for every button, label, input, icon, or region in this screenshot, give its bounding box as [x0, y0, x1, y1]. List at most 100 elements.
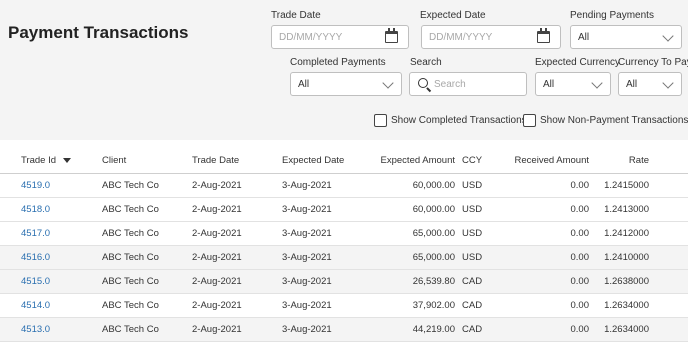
table-row[interactable]: 4517.0 ABC Tech Co 2-Aug-2021 3-Aug-2021…	[0, 222, 688, 246]
expected-currency-value: All	[543, 79, 555, 90]
client-cell: ABC Tech Co	[102, 252, 159, 263]
expected-date-cell: 3-Aug-2021	[282, 228, 332, 239]
completed-payments-select[interactable]: All	[290, 72, 402, 96]
received-amount-cell: 0.00	[570, 228, 590, 239]
show-non-payment-label: Show Non-Payment Transactions	[540, 115, 688, 126]
received-amount-cell: 0.00	[570, 252, 590, 263]
trade-id-link[interactable]: 4519.0	[21, 180, 50, 191]
trade-date-cell: 2-Aug-2021	[192, 228, 242, 239]
chevron-down-icon	[591, 77, 603, 89]
column-header-expected-date[interactable]: Expected Date	[282, 155, 344, 166]
expected-date-placeholder: DD/MM/YYYY	[429, 32, 493, 43]
expected-currency-label: Expected Currency	[535, 57, 621, 68]
ccy-cell: CAD	[462, 300, 483, 311]
ccy-cell: CAD	[462, 324, 483, 335]
completed-payments-value: All	[298, 79, 310, 90]
pending-payments-value: All	[578, 32, 590, 43]
sort-desc-icon[interactable]	[63, 157, 72, 163]
table-row[interactable]: 4514.0 ABC Tech Co 2-Aug-2021 3-Aug-2021…	[0, 294, 688, 318]
rate-cell: 1.2410000	[604, 252, 649, 263]
client-cell: ABC Tech Co	[102, 228, 159, 239]
expected-amount-cell: 65,000.00	[412, 252, 455, 263]
expected-date-cell: 3-Aug-2021	[282, 324, 332, 335]
table-row[interactable]: 4513.0 ABC Tech Co 2-Aug-2021 3-Aug-2021…	[0, 318, 688, 342]
show-completed-toggle[interactable]: Show Completed Transactions	[374, 114, 527, 127]
pending-payments-label: Pending Payments	[570, 10, 654, 21]
expected-date-cell: 3-Aug-2021	[282, 300, 332, 311]
expected-date-cell: 3-Aug-2021	[282, 252, 332, 263]
expected-date-input[interactable]: DD/MM/YYYY	[421, 25, 561, 49]
column-header-label: Trade Id	[21, 155, 57, 166]
received-amount-cell: 0.00	[570, 300, 590, 311]
trade-id-link[interactable]: 4516.0	[21, 252, 50, 263]
trade-date-cell: 2-Aug-2021	[192, 324, 242, 335]
completed-payments-label: Completed Payments	[290, 57, 386, 68]
trade-date-cell: 2-Aug-2021	[192, 300, 242, 311]
trade-date-cell: 2-Aug-2021	[192, 204, 242, 215]
calendar-icon[interactable]	[537, 28, 550, 43]
chevron-down-icon	[662, 30, 674, 42]
search-label: Search	[410, 57, 442, 68]
expected-date-cell: 3-Aug-2021	[282, 276, 332, 287]
column-header-trade-id[interactable]: Trade Id	[21, 155, 72, 166]
expected-amount-cell: 44,219.00	[412, 324, 455, 335]
client-cell: ABC Tech Co	[102, 180, 159, 191]
trade-id-link[interactable]: 4514.0	[21, 300, 50, 311]
ccy-cell: USD	[462, 252, 483, 263]
expected-amount-cell: 60,000.00	[412, 204, 455, 215]
expected-date-cell: 3-Aug-2021	[282, 180, 332, 191]
currency-to-pay-value: All	[626, 79, 638, 90]
trade-id-link[interactable]: 4517.0	[21, 228, 50, 239]
client-cell: ABC Tech Co	[102, 276, 159, 287]
column-header-rate[interactable]: Rate	[599, 155, 649, 166]
show-non-payment-checkbox[interactable]	[523, 114, 536, 127]
chevron-down-icon	[382, 77, 394, 89]
table-row[interactable]: 4515.0 ABC Tech Co 2-Aug-2021 3-Aug-2021…	[0, 270, 688, 294]
expected-amount-cell: 65,000.00	[412, 228, 455, 239]
currency-to-pay-select[interactable]: All	[618, 72, 682, 96]
calendar-icon[interactable]	[385, 28, 398, 43]
column-header-ccy[interactable]: CCY	[462, 155, 482, 166]
expected-currency-select[interactable]: All	[535, 72, 611, 96]
table-row[interactable]: 4519.0 ABC Tech Co 2-Aug-2021 3-Aug-2021…	[0, 174, 688, 198]
trade-date-input[interactable]: DD/MM/YYYY	[271, 25, 409, 49]
expected-amount-cell: 60,000.00	[412, 180, 455, 191]
page-title: Payment Transactions	[8, 23, 189, 42]
search-placeholder: Search	[434, 79, 466, 90]
expected-date-cell: 3-Aug-2021	[282, 204, 332, 215]
rate-cell: 1.2412000	[604, 228, 649, 239]
column-header-received-amount[interactable]: Received Amount	[489, 155, 589, 166]
table-row[interactable]: 4518.0 ABC Tech Co 2-Aug-2021 3-Aug-2021…	[0, 198, 688, 222]
column-header-expected-amount[interactable]: Expected Amount	[355, 155, 455, 166]
received-amount-cell: 0.00	[570, 180, 590, 191]
show-non-payment-toggle[interactable]: Show Non-Payment Transactions	[523, 114, 688, 127]
show-completed-checkbox[interactable]	[374, 114, 387, 127]
pending-payments-select[interactable]: All	[570, 25, 682, 49]
search-icon	[418, 78, 428, 88]
trade-date-cell: 2-Aug-2021	[192, 276, 242, 287]
search-input[interactable]: Search	[409, 72, 527, 96]
column-header-trade-date[interactable]: Trade Date	[192, 155, 239, 166]
trade-id-link[interactable]: 4513.0	[21, 324, 50, 335]
trade-id-link[interactable]: 4518.0	[21, 204, 50, 215]
received-amount-cell: 0.00	[570, 324, 590, 335]
table-row[interactable]: 4516.0 ABC Tech Co 2-Aug-2021 3-Aug-2021…	[0, 246, 688, 270]
chevron-down-icon	[662, 77, 674, 89]
ccy-cell: USD	[462, 228, 483, 239]
received-amount-cell: 0.00	[570, 276, 590, 287]
currency-to-pay-label: Currency To Pay	[618, 57, 688, 68]
rate-cell: 1.2413000	[604, 204, 649, 215]
column-header-client[interactable]: Client	[102, 155, 126, 166]
expected-amount-cell: 37,902.00	[412, 300, 455, 311]
expected-amount-cell: 26,539.80	[412, 276, 455, 287]
table-header: Trade Id Client Trade Date Expected Date…	[0, 148, 688, 174]
received-amount-cell: 0.00	[570, 204, 590, 215]
rate-cell: 1.2634000	[604, 300, 649, 311]
trade-date-label: Trade Date	[271, 10, 321, 21]
trade-date-cell: 2-Aug-2021	[192, 252, 242, 263]
client-cell: ABC Tech Co	[102, 324, 159, 335]
ccy-cell: CAD	[462, 276, 483, 287]
trade-id-link[interactable]: 4515.0	[21, 276, 50, 287]
show-completed-label: Show Completed Transactions	[391, 115, 527, 126]
rate-cell: 1.2634000	[604, 324, 649, 335]
